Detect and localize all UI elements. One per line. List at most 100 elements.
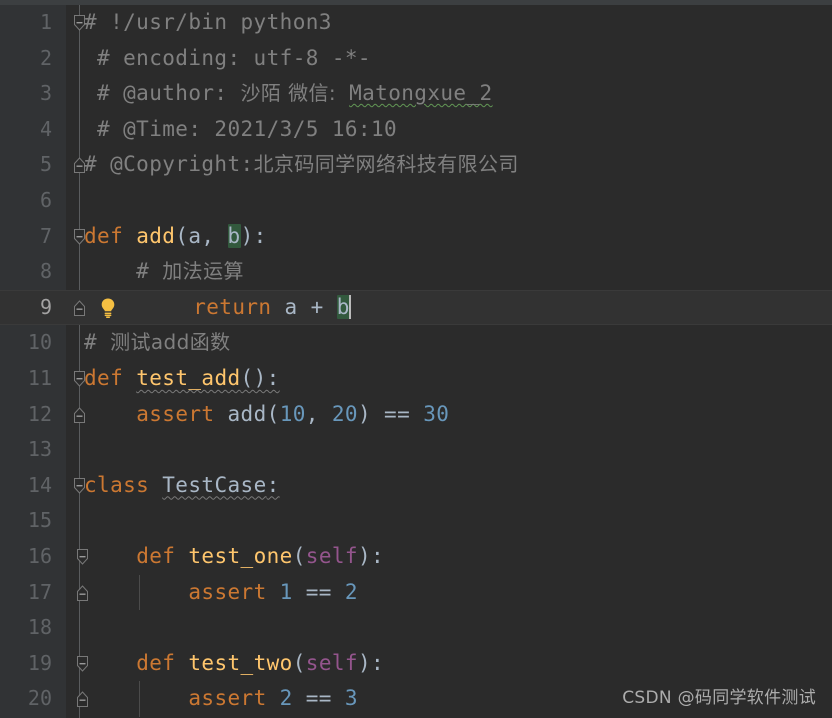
code-token: self: [305, 650, 358, 675]
code-token: test_two: [188, 650, 293, 675]
code-token: TestCase: [162, 472, 267, 497]
line-number: 5: [39, 152, 52, 177]
code-text[interactable]: # 加法运算: [84, 254, 244, 290]
code-text[interactable]: # @author: 沙陌 微信: Matongxue_2: [84, 76, 493, 112]
editor-line[interactable]: 10 # 测试add函数: [0, 325, 832, 361]
line-number: 20: [27, 686, 52, 711]
code-text[interactable]: # @Copyright:北京码同学网络科技有限公司: [84, 147, 519, 183]
code-token: # encoding: utf-8 -*-: [84, 45, 371, 70]
code-token: ):: [357, 650, 385, 675]
code-text[interactable]: class TestCase:: [84, 468, 280, 504]
code-text[interactable]: # 测试add函数: [84, 325, 231, 361]
editor-line[interactable]: 5 # @Copyright:北京码同学网络科技有限公司: [0, 147, 832, 183]
code-token: Matongxue_2: [349, 81, 493, 106]
editor-line[interactable]: 19 def test_two(self):: [0, 646, 832, 682]
code-token: assert: [136, 401, 228, 426]
code-editor[interactable]: 1 # !/usr/bin python3 2 # encoding: utf-8 …: [0, 0, 832, 718]
code-text[interactable]: def add(a, b):: [84, 219, 267, 255]
line-number: 12: [27, 401, 52, 426]
code-token: return: [193, 294, 285, 319]
code-token: 3: [344, 686, 358, 711]
code-token: 20: [331, 401, 358, 426]
csdn-watermark: CSDN @码同学软件测试: [622, 688, 816, 708]
code-token: # @Time: 2021/3/5 16:10: [84, 116, 398, 141]
code-token: 30: [423, 401, 450, 426]
code-token: a: [284, 294, 298, 319]
editor-line[interactable]: 8 # 加法运算: [0, 254, 832, 290]
lightbulb-icon[interactable]: [98, 297, 118, 319]
code-token: +: [297, 294, 337, 319]
code-token: class: [84, 472, 163, 497]
code-token: assert: [188, 579, 280, 604]
editor-line[interactable]: 13: [0, 432, 832, 468]
code-token: (: [175, 223, 189, 248]
code-token: 10: [279, 401, 306, 426]
code-text[interactable]: # !/usr/bin python3: [84, 5, 332, 41]
code-token: ,: [201, 223, 228, 248]
editor-rows[interactable]: 1 # !/usr/bin python3 2 # encoding: utf-8 …: [0, 5, 832, 717]
editor-line-current[interactable]: 9 return a + b: [0, 289, 832, 326]
code-text[interactable]: assert 2 == 3: [84, 681, 358, 717]
code-token: def: [84, 223, 137, 248]
code-token: self: [305, 543, 358, 568]
code-token: test_add: [136, 365, 241, 390]
editor-line[interactable]: 14 class TestCase:: [0, 468, 832, 504]
code-token: 沙陌 微信:: [240, 81, 337, 106]
code-text[interactable]: def test_two(self):: [84, 646, 384, 682]
text-caret: [348, 294, 351, 319]
code-token: add: [136, 223, 176, 248]
code-token: :: [266, 472, 280, 497]
code-token: test_one: [188, 543, 293, 568]
code-token: 加法运算: [162, 259, 244, 284]
line-number: 1: [39, 10, 52, 34]
line-number: 7: [39, 223, 52, 248]
editor-line[interactable]: 16 def test_one(self):: [0, 539, 832, 575]
code-token: def: [136, 650, 189, 675]
code-token: 北京码同学网络科技有限公司: [253, 152, 519, 177]
editor-line[interactable]: 15: [0, 503, 832, 539]
code-text[interactable]: # @Time: 2021/3/5 16:10: [84, 112, 397, 148]
line-number: 6: [39, 187, 52, 212]
code-text[interactable]: def test_one(self):: [84, 539, 384, 575]
code-token: ==: [292, 579, 345, 604]
code-token: # @author:: [84, 81, 241, 106]
code-token: 2: [279, 686, 293, 711]
line-number: 19: [27, 650, 52, 675]
editor-line[interactable]: 17 assert 1 == 2: [0, 574, 832, 611]
code-token: (: [292, 650, 306, 675]
code-token: ) ==: [357, 401, 424, 426]
editor-line[interactable]: 2 # encoding: utf-8 -*-: [0, 41, 832, 77]
code-text[interactable]: return a + b: [141, 290, 351, 326]
code-text[interactable]: # encoding: utf-8 -*-: [84, 41, 371, 77]
code-token: b: [227, 223, 241, 248]
code-text[interactable]: def test_add():: [84, 361, 280, 397]
editor-line[interactable]: 11 def test_add():: [0, 361, 832, 397]
editor-line[interactable]: 1 # !/usr/bin python3: [0, 5, 832, 41]
editor-line[interactable]: 12 assert add(10, 20) == 30: [0, 397, 832, 433]
code-token: 1: [279, 579, 293, 604]
code-text[interactable]: assert 1 == 2: [84, 575, 358, 611]
fold-end-icon[interactable]: [71, 299, 88, 317]
code-token: a: [188, 223, 202, 248]
code-text[interactable]: assert add(10, 20) == 30: [84, 397, 449, 433]
line-number: 9: [39, 294, 52, 319]
editor-line[interactable]: 18: [0, 610, 832, 646]
code-token: ):: [357, 543, 385, 568]
editor-line[interactable]: 4 # @Time: 2021/3/5 16:10: [0, 112, 832, 148]
editor-line[interactable]: 7 def add(a, b):: [0, 219, 832, 255]
line-number: 2: [39, 45, 52, 70]
code-token: (: [266, 401, 280, 426]
line-number: 13: [27, 437, 52, 462]
line-number: 18: [27, 615, 52, 640]
editor-line[interactable]: 6: [0, 183, 832, 219]
code-token: #: [84, 259, 163, 284]
editor-line[interactable]: 3 # @author: 沙陌 微信: Matongxue_2: [0, 76, 832, 112]
code-token: ==: [292, 686, 345, 711]
line-number: 10: [27, 330, 52, 355]
